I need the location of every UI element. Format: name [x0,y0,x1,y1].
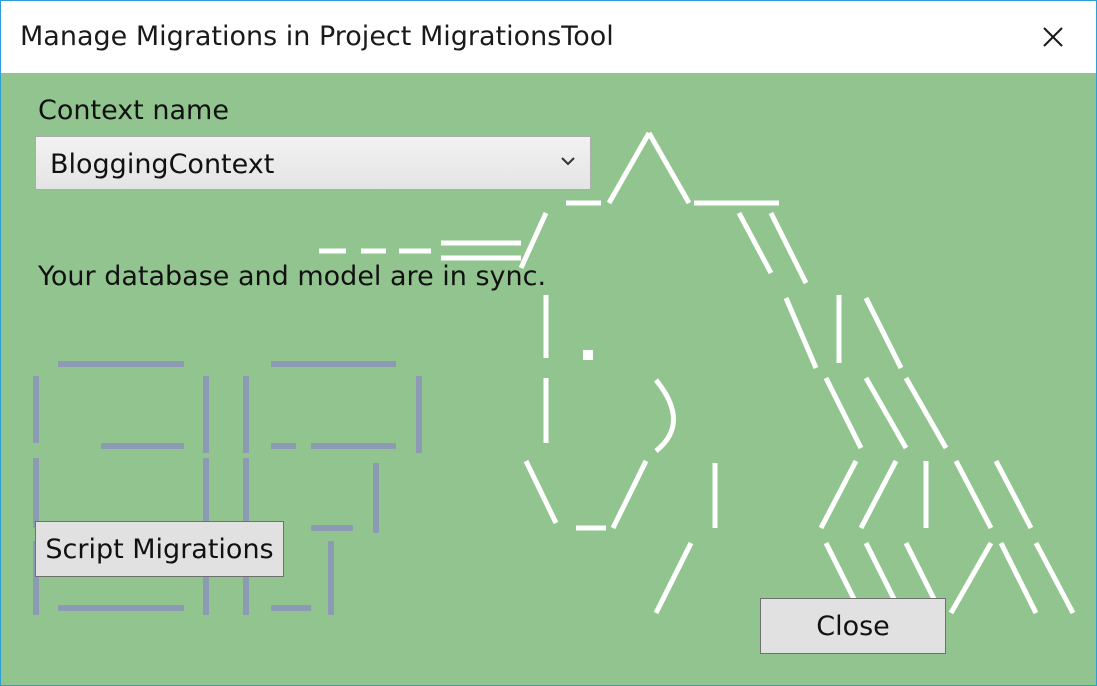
title-bar: Manage Migrations in Project MigrationsT… [1,1,1096,73]
chevron-down-icon [561,157,575,166]
title-close-button[interactable] [1010,1,1096,73]
migrations-dialog: Manage Migrations in Project MigrationsT… [0,0,1097,686]
context-name-label: Context name [38,95,229,126]
dialog-content: Context name BloggingContext Your databa… [1,73,1096,685]
window-title: Manage Migrations in Project MigrationsT… [20,21,614,52]
close-button[interactable]: Close [760,598,946,654]
sync-status-message: Your database and model are in sync. [38,261,547,292]
script-migrations-button[interactable]: Script Migrations [35,521,284,577]
context-name-selected-value: BloggingContext [50,149,275,180]
ef-logo-art [33,361,422,615]
unicorn-art [319,131,1076,615]
close-icon [1043,27,1063,47]
context-name-dropdown[interactable]: BloggingContext [35,136,591,190]
